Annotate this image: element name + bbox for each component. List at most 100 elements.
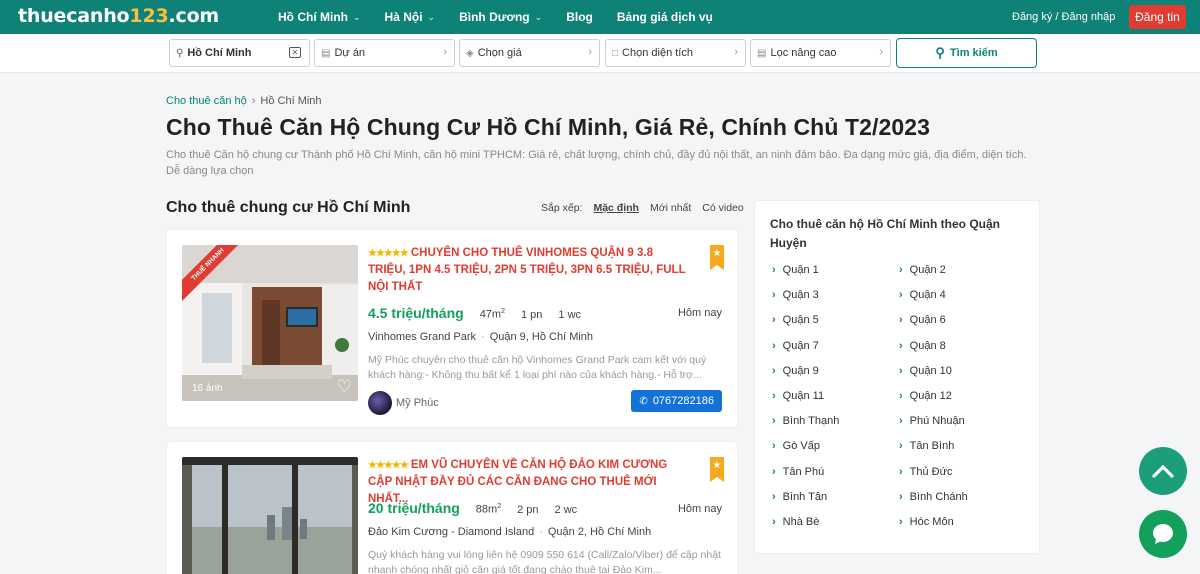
- district-link[interactable]: › Bình Thạnh: [772, 415, 899, 440]
- area-icon: □: [612, 47, 619, 59]
- district-label: Bình Chánh: [909, 490, 968, 503]
- district-link[interactable]: › Phú Nhuận: [899, 415, 1026, 440]
- listing-photo[interactable]: THUÊ NHANH 16 ảnh ♡: [182, 245, 358, 401]
- listing-snippet: Quý khách hàng vui lòng liên hệ 0909 550…: [368, 549, 721, 574]
- district-link[interactable]: › Bình Tân: [772, 491, 899, 516]
- site-logo[interactable]: thuecanho123.com: [18, 5, 219, 27]
- chevron-right-icon: ›: [772, 389, 776, 402]
- clear-location-icon[interactable]: ✕: [289, 47, 301, 58]
- district-link[interactable]: › Quận 10: [899, 365, 1026, 390]
- document-icon: ▤: [321, 47, 331, 59]
- post-listing-button[interactable]: Đăng tin: [1129, 5, 1186, 29]
- district-link[interactable]: › Gò Vấp: [772, 440, 899, 465]
- listing-meta: 20 triệu/tháng 88m2 2 pn 2 wc: [368, 500, 593, 516]
- section-title: Cho thuê chung cư Hồ Chí Minh: [166, 199, 411, 216]
- district-link[interactable]: › Quận 9: [772, 365, 899, 390]
- area-filter[interactable]: □ Chọn diện tích ›: [605, 39, 746, 67]
- scroll-to-top-button[interactable]: [1139, 447, 1187, 495]
- register-login-link[interactable]: Đăng ký / Đăng nhập: [1012, 11, 1115, 23]
- district-label: Quận 9: [782, 364, 819, 377]
- project-filter[interactable]: ▤ Dự án ›: [314, 39, 455, 67]
- chevron-right-icon: ›: [772, 440, 776, 453]
- listing-address: Đảo Kim Cương - Diamond Island · Quận 2, H…: [368, 526, 651, 538]
- breadcrumb-root-link[interactable]: Cho thuê căn hộ: [166, 95, 247, 107]
- nav-item-ho-chi-minh[interactable]: Hồ Chí Minh ⌄: [278, 10, 361, 24]
- call-phone-button[interactable]: ✆ 0767282186: [631, 390, 722, 412]
- chevron-right-icon: ›: [772, 465, 776, 478]
- nav-item-pricing[interactable]: Bảng giá dịch vụ: [617, 10, 713, 24]
- advanced-filter[interactable]: ▤ Lọc nâng cao ›: [750, 39, 891, 67]
- nav-item-binh-duong[interactable]: Bình Dương ⌄: [459, 10, 542, 24]
- project-label: Dự án: [334, 47, 366, 59]
- sort-label: Sắp xếp:: [541, 202, 583, 214]
- district-link[interactable]: › Quận 2: [899, 264, 1026, 289]
- district-link[interactable]: › Quận 8: [899, 340, 1026, 365]
- district-link[interactable]: › Quận 4: [899, 289, 1026, 314]
- chevron-right-icon: ›: [443, 46, 447, 58]
- bookmark-icon[interactable]: ★: [710, 457, 724, 482]
- chat-button[interactable]: [1139, 510, 1187, 558]
- listing-card[interactable]: THUÊ NHANH 16 ảnh ♡ ★★★★★ CHUYÊN CHO THUÊ…: [166, 229, 738, 428]
- project-name[interactable]: Vinhomes Grand Park: [368, 331, 476, 343]
- owner-info[interactable]: Mỹ Phúc: [368, 391, 439, 415]
- chevron-right-icon: ›: [899, 415, 903, 428]
- posted-time: Hôm nay: [677, 503, 722, 515]
- district-link[interactable]: › Quận 3: [772, 289, 899, 314]
- sort-option-newest[interactable]: Mới nhất: [650, 202, 691, 214]
- chevron-right-icon: ›: [879, 46, 883, 58]
- district-link[interactable]: › Bình Chánh: [899, 491, 1026, 516]
- heart-icon[interactable]: ♡: [337, 378, 352, 395]
- star-rating-icon: ★★★★★: [368, 248, 409, 259]
- listing-photo[interactable]: [182, 457, 358, 574]
- sort-option-video[interactable]: Có video: [702, 202, 743, 214]
- search-button[interactable]: ⚲ Tìm kiếm: [896, 38, 1037, 68]
- district-link[interactable]: › Tân Phú: [772, 466, 899, 491]
- listing-beds: 2 pn: [517, 504, 539, 516]
- chevron-down-icon: ⌄: [534, 11, 543, 22]
- district-link[interactable]: › Quận 5: [772, 314, 899, 339]
- chevron-right-icon: ›: [772, 339, 776, 352]
- tag-icon: ◈: [466, 47, 474, 59]
- listing-snippet: Mỹ Phúc chuyên cho thuê căn hộ Vinhomes …: [368, 354, 707, 381]
- project-name[interactable]: Đảo Kim Cương - Diamond Island: [368, 526, 534, 538]
- location-filter[interactable]: ⚲ Hồ Chí Minh ✕: [169, 39, 310, 67]
- district-label: Quận 10: [909, 364, 952, 377]
- bookmark-icon[interactable]: ★: [710, 245, 724, 270]
- top-navbar: thuecanho123.com Hồ Chí Minh ⌄ Hà Nội ⌄ Bì…: [0, 0, 1200, 34]
- district-link[interactable]: › Hóc Môn: [899, 516, 1026, 541]
- sort-option-default[interactable]: Mặc định: [593, 202, 639, 214]
- district-link[interactable]: › Tân Bình: [899, 440, 1026, 465]
- area-value: 47m: [479, 309, 502, 321]
- nav-label: Bình Dương: [459, 10, 530, 24]
- district-link[interactable]: › Quận 11: [772, 390, 899, 415]
- district-label: Quận 8: [909, 339, 946, 352]
- chevron-right-icon: ›: [772, 364, 776, 377]
- district-link[interactable]: › Quận 7: [772, 340, 899, 365]
- district-label: Tân Phú: [782, 465, 825, 478]
- listing-title[interactable]: ★★★★★ CHUYÊN CHO THUÊ VINHOMES QUẬN 9 3.8…: [368, 245, 688, 296]
- chevron-down-icon: ⌄: [352, 11, 361, 22]
- listing-title-text: CHUYÊN CHO THUÊ VINHOMES QUẬN 9 3.8 TRIỆ…: [368, 247, 686, 293]
- chevron-right-icon: ›: [772, 289, 776, 302]
- owner-name: Mỹ Phúc: [396, 397, 439, 409]
- listing-card[interactable]: ★★★★★ EM VŨ CHUYÊN VỀ CĂN HỘ ĐẢO KIM CƯƠN…: [166, 441, 738, 574]
- district-link[interactable]: › Thủ Đức: [899, 466, 1026, 491]
- listing-address: Vinhomes Grand Park · Quận 9, Hồ Chí Minh: [368, 331, 593, 343]
- map-pin-icon: ⚲: [176, 47, 184, 59]
- nav-item-ha-noi[interactable]: Hà Nội ⌄: [385, 10, 436, 24]
- area-unit-sup: 2: [497, 503, 502, 511]
- breadcrumb-separator-icon: ›: [251, 95, 256, 107]
- area-value: 88m: [475, 504, 498, 516]
- phone-icon: ✆: [639, 395, 648, 407]
- logo-text: thuecanho: [18, 5, 130, 27]
- nav-label: Hà Nội: [384, 10, 423, 24]
- nav-item-blog[interactable]: Blog: [566, 10, 593, 24]
- chevron-right-icon: ›: [899, 264, 903, 276]
- district-link[interactable]: › Quận 1: [772, 264, 899, 289]
- district-link[interactable]: › Quận 12: [899, 390, 1026, 415]
- district-link[interactable]: › Quận 6: [899, 314, 1026, 339]
- listing-location: Quận 2, Hồ Chí Minh: [547, 526, 652, 538]
- district-link[interactable]: › Nhà Bè: [772, 516, 899, 541]
- breadcrumb-current: Hồ Chí Minh: [260, 95, 322, 107]
- price-filter[interactable]: ◈ Chọn giá ›: [459, 39, 600, 67]
